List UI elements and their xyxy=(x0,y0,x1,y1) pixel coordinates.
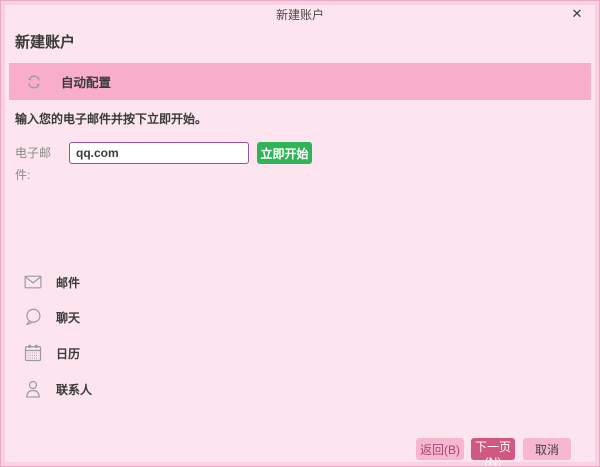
feature-item-mail[interactable]: 邮件 xyxy=(1,269,201,295)
feature-label: 邮件 xyxy=(56,275,81,290)
close-icon[interactable]: ✕ xyxy=(567,4,587,24)
next-button[interactable]: 下一页(N) xyxy=(471,438,515,466)
email-row: 电子邮件: 立即开始 xyxy=(1,142,599,182)
email-label: 电子邮件: xyxy=(15,146,52,182)
feature-label: 聊天 xyxy=(56,310,81,325)
back-button[interactable]: 返回(B) xyxy=(416,438,464,460)
feature-label: 联系人 xyxy=(56,382,93,397)
feature-item-calendar[interactable]: 日历 xyxy=(1,340,201,366)
instruction-text: 输入您的电子邮件并按下立即开始。 xyxy=(15,112,208,126)
feature-item-contacts[interactable]: 联系人 xyxy=(1,376,201,402)
feature-item-chat[interactable]: 聊天 xyxy=(1,304,201,330)
page-title: 新建账户 xyxy=(15,34,76,51)
auto-config-label: 自动配置 xyxy=(61,76,112,90)
new-account-dialog: 新建账户 ✕ 新建账户 自动配置 输入您的电子邮件并按下立即开始。 电子邮件: … xyxy=(0,0,600,467)
sync-icon xyxy=(24,72,44,92)
calendar-icon xyxy=(23,343,43,363)
window-title: 新建账户 xyxy=(275,8,324,22)
start-now-button[interactable]: 立即开始 xyxy=(257,142,312,164)
mail-icon xyxy=(23,272,43,292)
cancel-button[interactable]: 取消 xyxy=(523,438,571,460)
chat-icon xyxy=(23,307,43,327)
auto-config-banner[interactable]: 自动配置 xyxy=(9,63,591,100)
contacts-icon xyxy=(23,379,43,399)
email-input[interactable] xyxy=(69,142,249,164)
feature-label: 日历 xyxy=(56,346,81,361)
